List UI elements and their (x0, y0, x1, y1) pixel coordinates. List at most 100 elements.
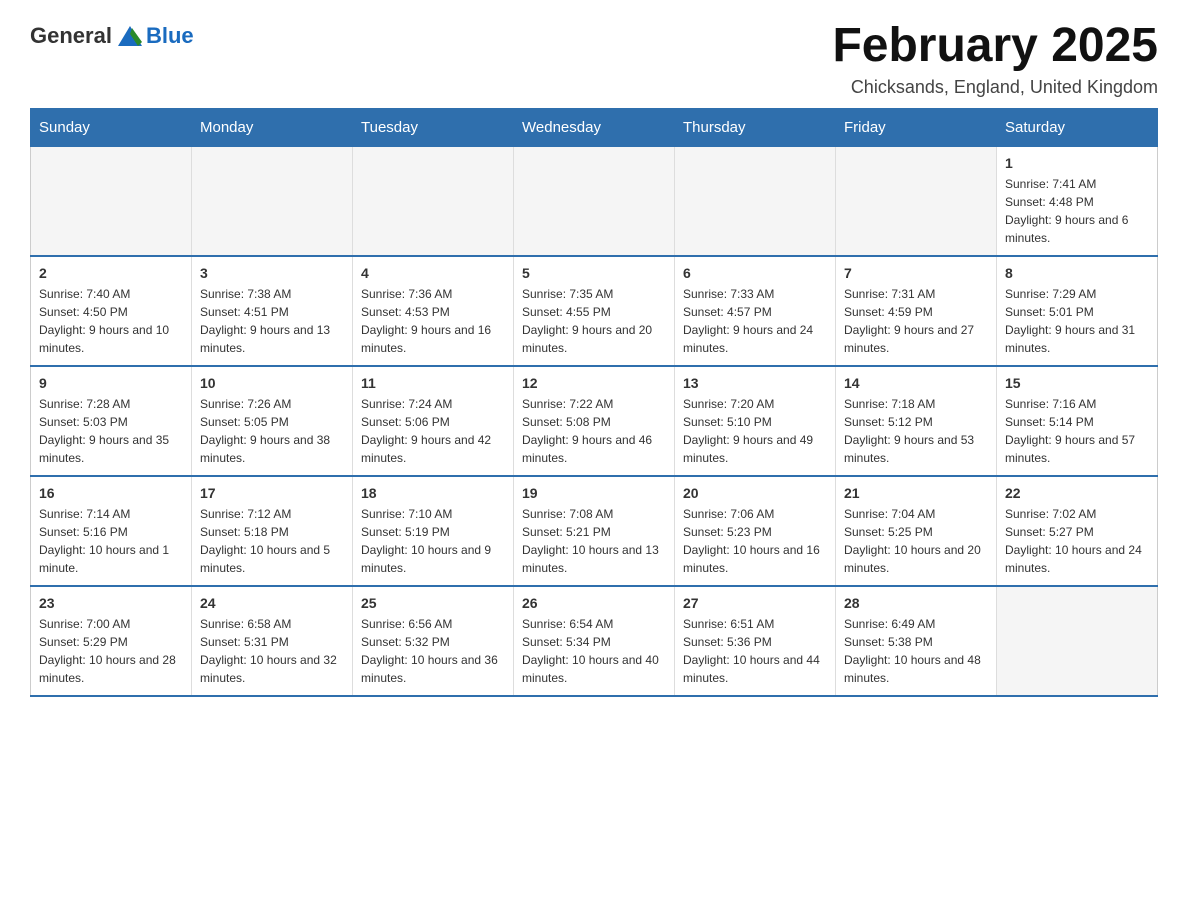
day-info: Sunrise: 7:28 AM Sunset: 5:03 PM Dayligh… (39, 395, 183, 467)
day-info: Sunrise: 7:36 AM Sunset: 4:53 PM Dayligh… (361, 285, 505, 357)
day-cell: 3 Sunrise: 7:38 AM Sunset: 4:51 PM Daylig… (192, 256, 353, 366)
header-friday: Friday (836, 108, 997, 146)
day-number: 28 (844, 595, 988, 611)
logo: General Blue (30, 20, 194, 52)
day-info: Sunrise: 7:04 AM Sunset: 5:25 PM Dayligh… (844, 505, 988, 577)
day-cell: 6 Sunrise: 7:33 AM Sunset: 4:57 PM Daylig… (675, 256, 836, 366)
day-number: 17 (200, 485, 344, 501)
day-cell: 18 Sunrise: 7:10 AM Sunset: 5:19 PM Dayli… (353, 476, 514, 586)
day-info: Sunrise: 7:31 AM Sunset: 4:59 PM Dayligh… (844, 285, 988, 357)
calendar-table: SundayMondayTuesdayWednesdayThursdayFrid… (30, 108, 1158, 698)
header-thursday: Thursday (675, 108, 836, 146)
day-number: 6 (683, 265, 827, 281)
day-cell: 22 Sunrise: 7:02 AM Sunset: 5:27 PM Dayli… (997, 476, 1158, 586)
day-info: Sunrise: 6:58 AM Sunset: 5:31 PM Dayligh… (200, 615, 344, 687)
day-info: Sunrise: 6:56 AM Sunset: 5:32 PM Dayligh… (361, 615, 505, 687)
calendar-subtitle: Chicksands, England, United Kingdom (832, 77, 1158, 98)
day-cell: 19 Sunrise: 7:08 AM Sunset: 5:21 PM Dayli… (514, 476, 675, 586)
day-cell: 21Sunrise: 7:04 AM Sunset: 5:25 PM Dayli… (836, 476, 997, 586)
day-info: Sunrise: 7:24 AM Sunset: 5:06 PM Dayligh… (361, 395, 505, 467)
day-cell: 13 Sunrise: 7:20 AM Sunset: 5:10 PM Dayli… (675, 366, 836, 476)
day-cell: 27 Sunrise: 6:51 AM Sunset: 5:36 PM Dayli… (675, 586, 836, 696)
day-number: 18 (361, 485, 505, 501)
logo-icon (114, 20, 146, 52)
day-cell: 7 Sunrise: 7:31 AM Sunset: 4:59 PM Daylig… (836, 256, 997, 366)
day-info: Sunrise: 7:20 AM Sunset: 5:10 PM Dayligh… (683, 395, 827, 467)
day-number: 16 (39, 485, 183, 501)
day-info: Sunrise: 7:18 AM Sunset: 5:12 PM Dayligh… (844, 395, 988, 467)
day-info: Sunrise: 7:08 AM Sunset: 5:21 PM Dayligh… (522, 505, 666, 577)
day-number: 5 (522, 265, 666, 281)
day-info: Sunrise: 7:40 AM Sunset: 4:50 PM Dayligh… (39, 285, 183, 357)
day-cell: 15 Sunrise: 7:16 AM Sunset: 5:14 PM Dayli… (997, 366, 1158, 476)
day-info: Sunrise: 7:22 AM Sunset: 5:08 PM Dayligh… (522, 395, 666, 467)
day-cell: 1 Sunrise: 7:41 AM Sunset: 4:48 PM Daylig… (997, 146, 1158, 256)
day-info: Sunrise: 7:02 AM Sunset: 5:27 PM Dayligh… (1005, 505, 1149, 577)
day-cell: 28 Sunrise: 6:49 AM Sunset: 5:38 PM Dayli… (836, 586, 997, 696)
day-number: 22 (1005, 485, 1149, 501)
day-cell: 16 Sunrise: 7:14 AM Sunset: 5:16 PM Dayli… (31, 476, 192, 586)
day-cell: 24 Sunrise: 6:58 AM Sunset: 5:31 PM Dayli… (192, 586, 353, 696)
day-cell: 9 Sunrise: 7:28 AM Sunset: 5:03 PM Daylig… (31, 366, 192, 476)
day-info: Sunrise: 7:26 AM Sunset: 5:05 PM Dayligh… (200, 395, 344, 467)
day-cell (192, 146, 353, 256)
day-info: Sunrise: 7:33 AM Sunset: 4:57 PM Dayligh… (683, 285, 827, 357)
week-row-1: 1 Sunrise: 7:41 AM Sunset: 4:48 PM Daylig… (31, 146, 1158, 256)
day-number: 7 (844, 265, 988, 281)
day-cell: 5 Sunrise: 7:35 AM Sunset: 4:55 PM Daylig… (514, 256, 675, 366)
day-number: 27 (683, 595, 827, 611)
day-info: Sunrise: 7:16 AM Sunset: 5:14 PM Dayligh… (1005, 395, 1149, 467)
day-info: Sunrise: 7:35 AM Sunset: 4:55 PM Dayligh… (522, 285, 666, 357)
day-cell (675, 146, 836, 256)
day-info: Sunrise: 7:10 AM Sunset: 5:19 PM Dayligh… (361, 505, 505, 577)
day-number: 4 (361, 265, 505, 281)
day-cell: 14 Sunrise: 7:18 AM Sunset: 5:12 PM Dayli… (836, 366, 997, 476)
day-number: 26 (522, 595, 666, 611)
day-cell: 10 Sunrise: 7:26 AM Sunset: 5:05 PM Dayli… (192, 366, 353, 476)
day-number: 24 (200, 595, 344, 611)
day-cell: 4 Sunrise: 7:36 AM Sunset: 4:53 PM Daylig… (353, 256, 514, 366)
day-number: 25 (361, 595, 505, 611)
header-sunday: Sunday (31, 108, 192, 146)
day-number: 9 (39, 375, 183, 391)
day-cell: 12 Sunrise: 7:22 AM Sunset: 5:08 PM Dayli… (514, 366, 675, 476)
day-number: 1 (1005, 155, 1149, 171)
day-cell: 23 Sunrise: 7:00 AM Sunset: 5:29 PM Dayli… (31, 586, 192, 696)
day-cell: 2 Sunrise: 7:40 AM Sunset: 4:50 PM Daylig… (31, 256, 192, 366)
day-info: Sunrise: 7:06 AM Sunset: 5:23 PM Dayligh… (683, 505, 827, 577)
day-info: Sunrise: 7:00 AM Sunset: 5:29 PM Dayligh… (39, 615, 183, 687)
calendar-title: February 2025 (832, 20, 1158, 73)
day-cell (31, 146, 192, 256)
day-number: 8 (1005, 265, 1149, 281)
day-info: Sunrise: 7:14 AM Sunset: 5:16 PM Dayligh… (39, 505, 183, 577)
day-number: 15 (1005, 375, 1149, 391)
day-number: 12 (522, 375, 666, 391)
day-cell: 25 Sunrise: 6:56 AM Sunset: 5:32 PM Dayli… (353, 586, 514, 696)
day-info: Sunrise: 6:49 AM Sunset: 5:38 PM Dayligh… (844, 615, 988, 687)
day-number: 3 (200, 265, 344, 281)
day-cell (997, 586, 1158, 696)
week-row-5: 23 Sunrise: 7:00 AM Sunset: 5:29 PM Dayli… (31, 586, 1158, 696)
day-number: 19 (522, 485, 666, 501)
week-row-3: 9 Sunrise: 7:28 AM Sunset: 5:03 PM Daylig… (31, 366, 1158, 476)
day-number: 23 (39, 595, 183, 611)
header-saturday: Saturday (997, 108, 1158, 146)
page-header: General Blue February 2025 Chicksands, E… (30, 20, 1158, 98)
title-block: February 2025 Chicksands, England, Unite… (832, 20, 1158, 98)
logo-text-general: General (30, 23, 112, 49)
day-info: Sunrise: 7:41 AM Sunset: 4:48 PM Dayligh… (1005, 175, 1149, 247)
day-number: 13 (683, 375, 827, 391)
logo-text-blue: Blue (146, 23, 194, 49)
day-cell: 20Sunrise: 7:06 AM Sunset: 5:23 PM Dayli… (675, 476, 836, 586)
header-monday: Monday (192, 108, 353, 146)
day-number: 14 (844, 375, 988, 391)
day-number: 10 (200, 375, 344, 391)
day-cell (836, 146, 997, 256)
day-number: 2 (39, 265, 183, 281)
week-row-4: 16 Sunrise: 7:14 AM Sunset: 5:16 PM Dayli… (31, 476, 1158, 586)
day-cell: 17Sunrise: 7:12 AM Sunset: 5:18 PM Dayli… (192, 476, 353, 586)
day-info: Sunrise: 7:38 AM Sunset: 4:51 PM Dayligh… (200, 285, 344, 357)
day-info: Sunrise: 7:29 AM Sunset: 5:01 PM Dayligh… (1005, 285, 1149, 357)
day-info: Sunrise: 6:51 AM Sunset: 5:36 PM Dayligh… (683, 615, 827, 687)
week-row-2: 2 Sunrise: 7:40 AM Sunset: 4:50 PM Daylig… (31, 256, 1158, 366)
